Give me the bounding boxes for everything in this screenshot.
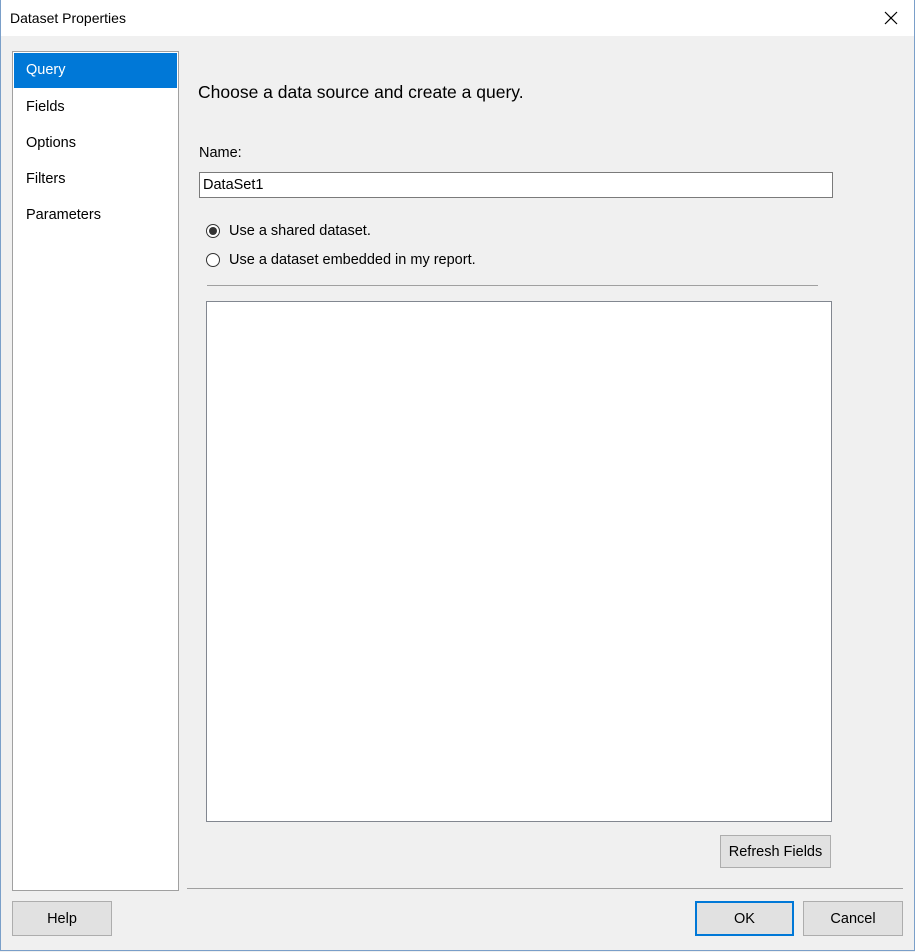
name-label: Name: — [199, 145, 242, 161]
radio-selected-dot — [209, 227, 217, 235]
ok-button[interactable]: OK — [695, 901, 794, 936]
cancel-button[interactable]: Cancel — [803, 901, 903, 936]
radio-embedded-indicator[interactable] — [206, 253, 220, 267]
footer-divider — [187, 888, 903, 889]
nav-item-query[interactable]: Query — [14, 53, 177, 88]
radio-embedded-label: Use a dataset embedded in my report. — [229, 252, 476, 268]
page-heading: Choose a data source and create a query. — [198, 82, 524, 102]
name-input[interactable] — [199, 172, 833, 198]
title-bar: Dataset Properties — [1, 0, 914, 36]
radio-shared-indicator[interactable] — [206, 224, 220, 238]
section-divider — [207, 285, 818, 286]
radio-shared-dataset[interactable]: Use a shared dataset. — [206, 223, 371, 239]
close-icon — [884, 11, 898, 25]
shared-dataset-list[interactable] — [206, 301, 832, 822]
sidebar-nav: Query Fields Options Filters Parameters — [12, 51, 179, 891]
dialog-title: Dataset Properties — [10, 10, 126, 26]
radio-shared-label: Use a shared dataset. — [229, 223, 371, 239]
nav-item-filters[interactable]: Filters — [13, 161, 178, 197]
nav-item-parameters[interactable]: Parameters — [13, 197, 178, 233]
nav-item-fields[interactable]: Fields — [13, 89, 178, 125]
dataset-properties-dialog: Dataset Properties Query Fields Options … — [0, 0, 915, 951]
radio-embedded-dataset[interactable]: Use a dataset embedded in my report. — [206, 252, 476, 268]
refresh-fields-button[interactable]: Refresh Fields — [720, 835, 831, 868]
help-button[interactable]: Help — [12, 901, 112, 936]
nav-item-options[interactable]: Options — [13, 125, 178, 161]
close-button[interactable] — [868, 0, 914, 36]
